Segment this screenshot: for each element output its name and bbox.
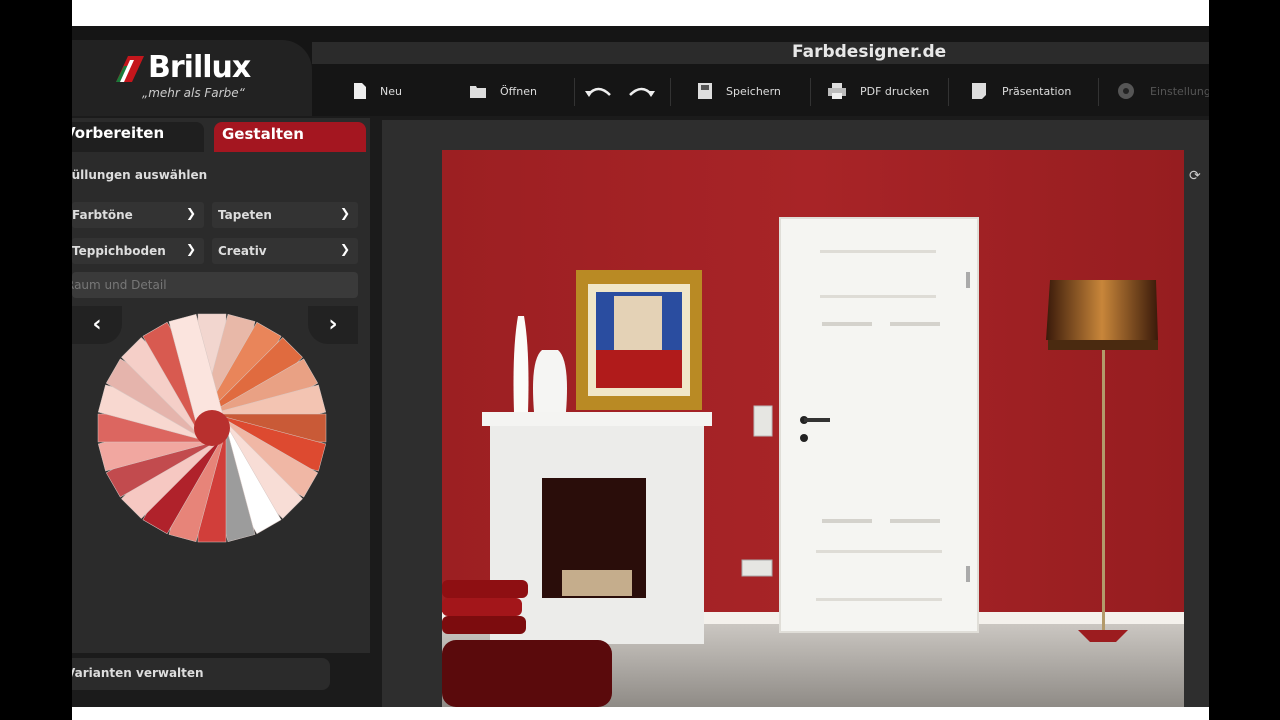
undo-icon [585,87,611,97]
gear-icon [1118,83,1134,99]
header: Farbdesigner.de Brillux „mehr als Farbe“… [72,26,1209,116]
creative-dropdown[interactable]: Creativ ❯ [212,238,358,264]
pdf-print-label: PDF drucken [860,84,930,98]
chevron-down-icon: ❯ [339,242,350,256]
room-preview[interactable] [442,150,1184,707]
app-window: Farbdesigner.de Brillux „mehr als Farbe“… [72,26,1209,707]
new-button[interactable]: Neu [354,72,402,110]
browser-top-edge [72,0,1209,26]
save-button[interactable]: Speichern [698,72,781,110]
wallpapers-label: Tapeten [218,208,272,222]
toolbar: Neu Öffnen Speichern PDF drucken Präsent… [312,72,1209,110]
presentation-button[interactable]: Präsentation [972,72,1071,110]
room-detail-field[interactable]: Raum und Detail [72,272,358,298]
presentation-label: Präsentation [1002,84,1072,98]
app-title: Farbdesigner.de [792,42,947,62]
carpet-dropdown[interactable]: Teppichboden ❯ [72,238,204,264]
settings-label: Einstellungen [1150,84,1209,98]
toolbar-divider [670,78,671,106]
save-label: Speichern [726,84,781,98]
toolbar-divider [810,78,811,106]
pdf-print-button[interactable]: PDF drucken [828,72,929,110]
brillux-logo-icon [116,56,144,82]
wallpapers-dropdown[interactable]: Tapeten ❯ [212,202,358,228]
redo-button[interactable] [628,72,656,110]
logo-area: Brillux „mehr als Farbe“ [72,40,312,116]
new-label: Neu [380,84,402,98]
color-tones-dropdown[interactable]: Farbtöne ❯ [72,202,204,228]
chevron-down-icon: ❯ [185,206,196,220]
settings-button[interactable]: Einstellungen [1116,72,1209,110]
manage-variants-button[interactable]: Varianten verwalten [72,658,330,690]
color-tones-label: Farbtöne [72,208,133,222]
folder-icon [470,86,486,98]
document-icon [354,83,366,99]
tab-design-label: Gestalten [222,125,304,143]
tab-prepare[interactable]: Vorbereiten [72,122,204,152]
redo-icon [629,87,655,97]
carpet-label: Teppichboden [72,244,166,258]
toolbar-divider [948,78,949,106]
tab-prepare-label: Vorbereiten [72,124,165,142]
creative-label: Creativ [218,244,267,258]
fan-hub [194,410,230,446]
printer-icon [828,83,846,99]
browser-bottom-edge [72,707,1209,720]
open-label: Öffnen [500,84,537,98]
rotate-icon[interactable]: ⟳ [1189,168,1201,184]
section-title: Füllungen auswählen [72,168,208,182]
brand-name: Brillux [148,50,251,85]
title-bar [312,42,1209,64]
presentation-icon [972,83,986,99]
chevron-down-icon: ❯ [339,206,350,220]
toolbar-divider [1098,78,1099,106]
undo-button[interactable] [584,72,612,110]
tab-design[interactable]: Gestalten [214,122,366,152]
manage-variants-label: Varianten verwalten [72,666,204,680]
room-detail-placeholder: Raum und Detail [72,278,167,292]
color-fan-deck[interactable] [92,308,332,548]
room-scene-image [442,150,1184,707]
chevron-down-icon: ❯ [185,242,196,256]
toolbar-divider [574,78,575,106]
open-button[interactable]: Öffnen [470,72,537,110]
brand-tagline: „mehr als Farbe“ [142,86,245,100]
save-icon [698,83,712,99]
